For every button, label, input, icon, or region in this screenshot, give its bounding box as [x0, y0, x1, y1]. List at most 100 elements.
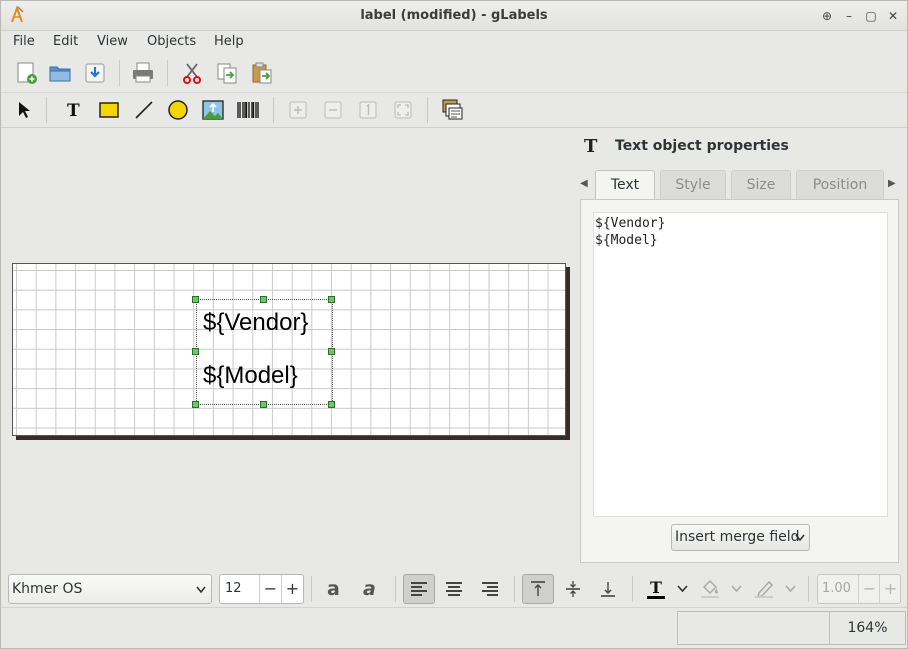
text-color-dropdown-icon[interactable]: [677, 585, 688, 593]
insert-merge-field-label: Insert merge field: [675, 529, 800, 545]
main-toolbar: [1, 55, 907, 91]
copy-button[interactable]: [212, 58, 242, 88]
text-object-icon: T: [584, 136, 598, 157]
barcode-icon: [237, 102, 259, 118]
zoom-1to1-button[interactable]: [353, 95, 383, 125]
paste-icon: [252, 62, 272, 84]
toolbar-separator: [273, 97, 274, 123]
box-tool-button[interactable]: [94, 95, 124, 125]
font-family-select[interactable]: Khmer OS: [8, 574, 212, 604]
font-size-spinner[interactable]: 12 − +: [219, 574, 304, 604]
select-tool-button[interactable]: [9, 95, 39, 125]
title-bar: label (modified) - gLabels ⊕ – ▢ ✕: [1, 1, 907, 31]
zoom-out-icon: [324, 101, 342, 119]
align-center-icon: [446, 582, 462, 596]
italic-icon: a: [363, 579, 376, 599]
toolbar-separator: [46, 97, 47, 123]
line-color-button[interactable]: [748, 574, 780, 604]
fill-color-button[interactable]: [694, 574, 726, 604]
svg-text:a: a: [363, 579, 376, 599]
print-button[interactable]: [128, 58, 158, 88]
save-button[interactable]: [80, 58, 110, 88]
save-icon: [85, 63, 105, 83]
line-width-spinner[interactable]: 1.00 − +: [817, 574, 901, 604]
font-size-increase-button[interactable]: +: [281, 575, 303, 603]
cut-button[interactable]: [177, 58, 207, 88]
merge-properties-button[interactable]: [437, 95, 467, 125]
line-width-value: 1.00: [822, 581, 851, 596]
align-right-icon: [482, 582, 498, 596]
new-document-icon: [17, 62, 37, 84]
tab-position[interactable]: Position: [796, 170, 884, 200]
toolbar-separator: [167, 60, 168, 86]
selection-box[interactable]: [196, 299, 333, 405]
align-left-button[interactable]: [403, 574, 435, 604]
svg-text:a: a: [327, 579, 340, 599]
resize-handle-sw[interactable]: [192, 401, 199, 408]
text-format-toolbar: Khmer OS 12 − + a a T 1.00 − +: [1, 571, 907, 607]
tab-size[interactable]: Size: [731, 170, 791, 200]
new-button[interactable]: [11, 58, 41, 88]
insert-merge-field-button[interactable]: Insert merge field: [671, 524, 810, 551]
resize-handle-se[interactable]: [328, 401, 335, 408]
tab-scroll-right-icon[interactable]: ▶: [888, 178, 896, 189]
scissors-icon: [183, 63, 201, 84]
maximize-button[interactable]: ▢: [862, 7, 880, 25]
folder-open-icon: [49, 66, 71, 82]
image-icon: [202, 100, 224, 120]
text-editor[interactable]: ${Vendor} ${Model}: [593, 212, 888, 517]
line-tool-button[interactable]: [129, 95, 159, 125]
text-color-button[interactable]: T: [640, 574, 672, 604]
bold-button[interactable]: a: [320, 574, 352, 604]
valign-bottom-button[interactable]: [592, 574, 624, 604]
line-color-dropdown-icon[interactable]: [785, 585, 796, 593]
resize-handle-s[interactable]: [260, 401, 267, 408]
menu-view[interactable]: View: [97, 34, 128, 49]
valign-top-icon: [531, 581, 545, 596]
zoom-out-button[interactable]: [318, 95, 348, 125]
barcode-tool-button[interactable]: [233, 95, 263, 125]
paste-button[interactable]: [247, 58, 277, 88]
svg-text:T: T: [650, 578, 662, 597]
line-width-increase-button[interactable]: +: [879, 575, 901, 603]
zoom-fit-button[interactable]: [388, 95, 418, 125]
resize-handle-nw[interactable]: [192, 296, 199, 303]
resize-handle-e[interactable]: [328, 348, 335, 355]
fill-color-dropdown-icon[interactable]: [731, 585, 742, 593]
line-width-decrease-button[interactable]: −: [858, 575, 880, 603]
menu-help[interactable]: Help: [214, 34, 244, 49]
merge-properties-icon: [442, 99, 463, 120]
tab-scroll-left-icon[interactable]: ◀: [580, 178, 588, 189]
zoom-in-button[interactable]: [283, 95, 313, 125]
italic-button[interactable]: a: [355, 574, 387, 604]
arrow-pointer-icon: [19, 102, 30, 118]
align-right-button[interactable]: [474, 574, 506, 604]
menu-edit[interactable]: Edit: [53, 34, 78, 49]
menu-objects[interactable]: Objects: [147, 34, 196, 49]
align-center-button[interactable]: [438, 574, 470, 604]
rectangle-icon: [99, 102, 119, 118]
align-left-icon: [411, 582, 427, 596]
minimize-button[interactable]: –: [840, 7, 858, 25]
valign-top-button[interactable]: [522, 574, 554, 604]
menu-file[interactable]: File: [13, 34, 35, 49]
text-tab-content: ${Vendor} ${Model} Insert merge field: [580, 199, 899, 563]
resize-handle-n[interactable]: [260, 296, 267, 303]
image-tool-button[interactable]: [198, 95, 228, 125]
toolbar-separator: [632, 576, 633, 602]
resize-handle-ne[interactable]: [328, 296, 335, 303]
window-up-icon[interactable]: ⊕: [818, 7, 836, 25]
ellipse-tool-button[interactable]: [163, 95, 193, 125]
zoom-fit-icon: [394, 101, 412, 119]
close-button[interactable]: ✕: [884, 7, 902, 25]
text-tool-button[interactable]: T: [58, 95, 88, 125]
tab-style[interactable]: Style: [660, 170, 726, 200]
font-size-decrease-button[interactable]: −: [259, 575, 281, 603]
valign-middle-button[interactable]: [557, 574, 589, 604]
paint-bucket-icon: [701, 579, 719, 598]
toolbar-separator: [311, 576, 312, 602]
tab-text[interactable]: Text: [595, 170, 655, 200]
cursor-position-cell: [677, 611, 830, 645]
resize-handle-w[interactable]: [192, 348, 199, 355]
open-button[interactable]: [45, 58, 75, 88]
